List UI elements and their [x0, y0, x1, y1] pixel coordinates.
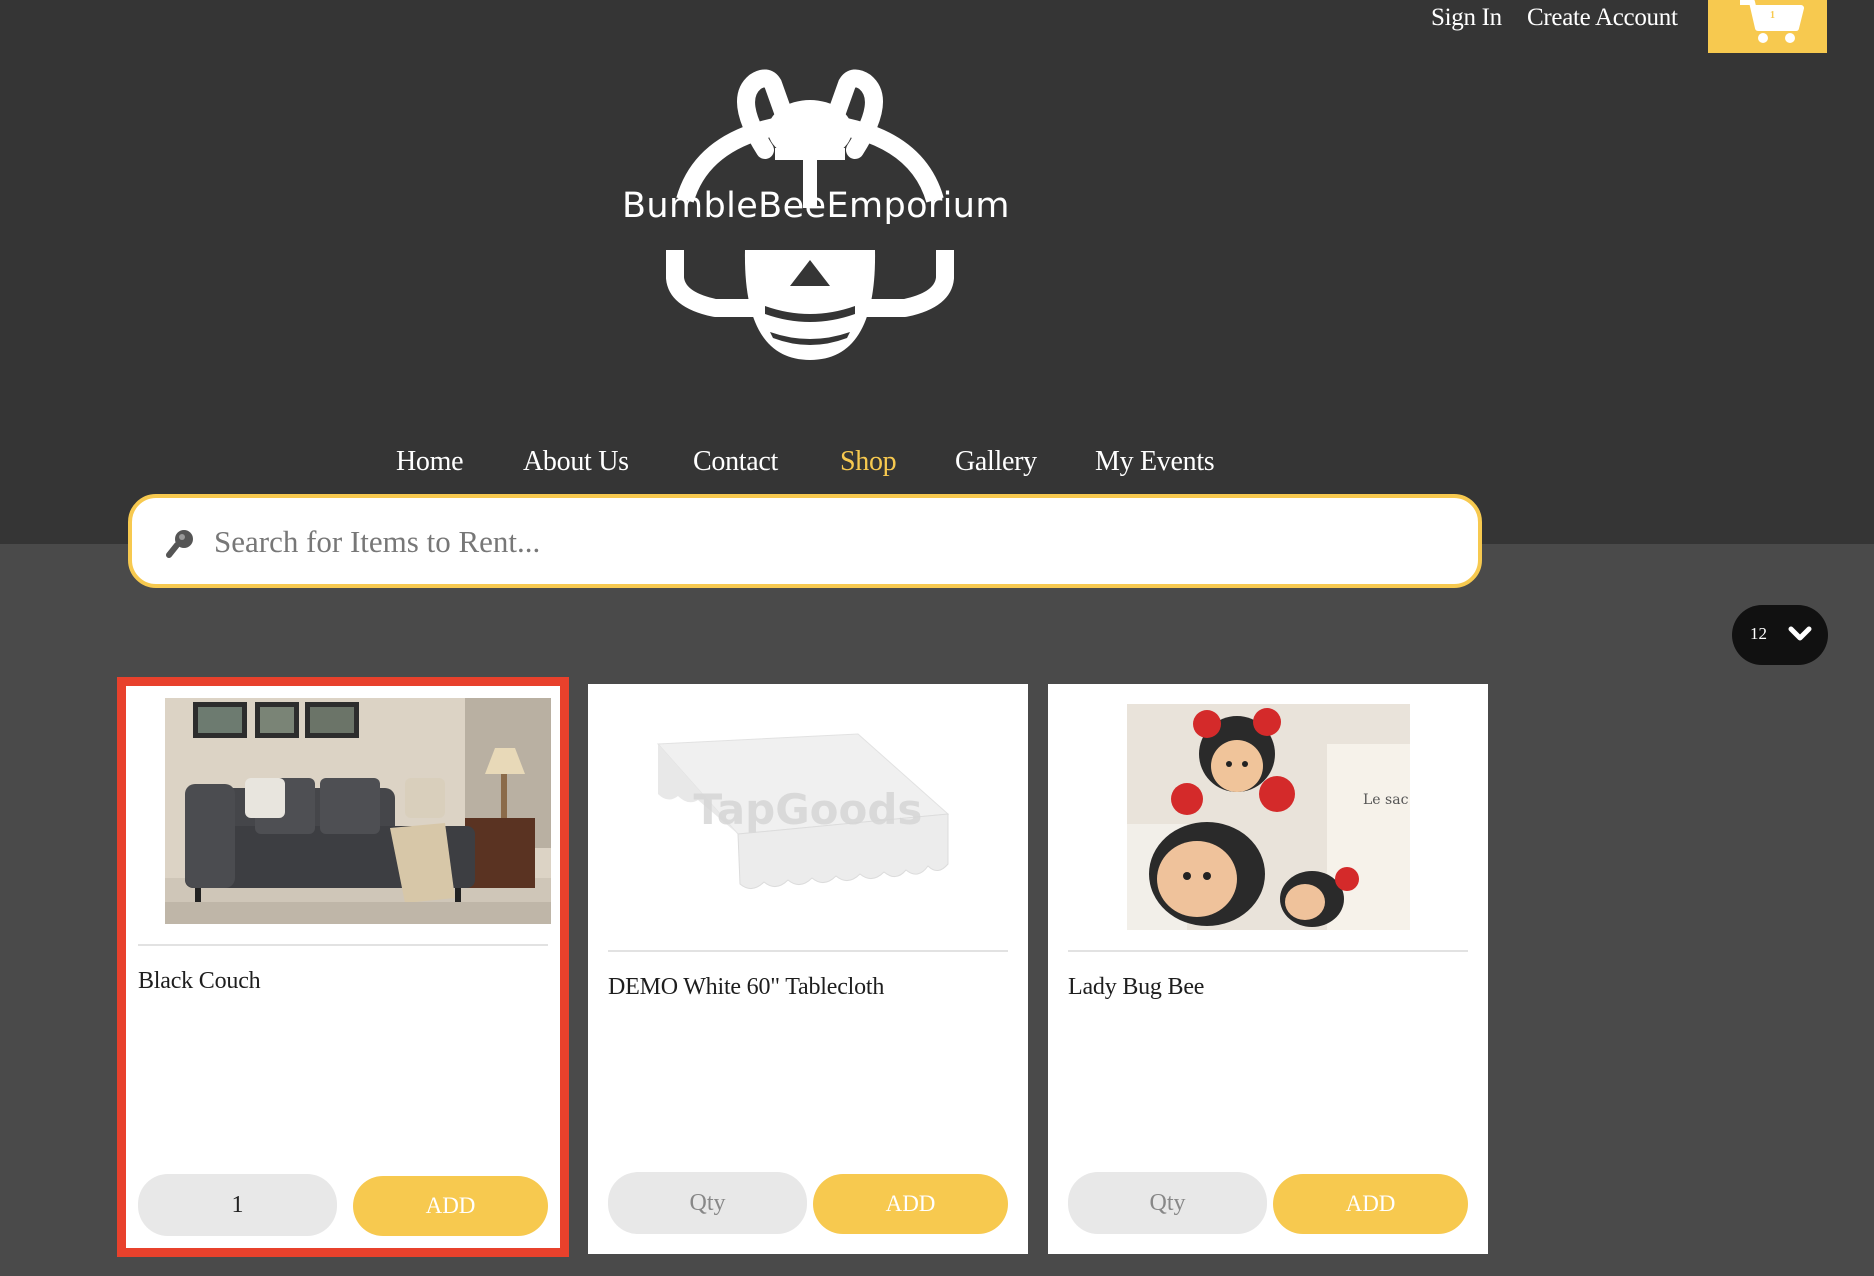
- nav-my-events[interactable]: My Events: [1095, 446, 1215, 478]
- nav-gallery[interactable]: Gallery: [955, 446, 1037, 478]
- couch-image-icon: [165, 698, 551, 924]
- cart-icon: [1740, 0, 1804, 43]
- product-card[interactable]: Black Couch ADD: [118, 678, 568, 1256]
- search-bar[interactable]: [128, 494, 1482, 588]
- main-nav: Home About Us Contact Shop Gallery My Ev…: [0, 446, 1874, 486]
- items-per-page-select[interactable]: 12: [1732, 605, 1828, 665]
- chevron-down-icon: [1788, 626, 1812, 641]
- tablecloth-image-icon: TapGoods: [648, 704, 968, 930]
- quantity-input[interactable]: [1068, 1172, 1267, 1234]
- add-to-cart-button[interactable]: ADD: [1273, 1174, 1468, 1234]
- sign-in-link[interactable]: Sign In: [1431, 4, 1502, 32]
- nav-shop[interactable]: Shop: [840, 446, 897, 478]
- nav-about-us[interactable]: About Us: [523, 446, 629, 478]
- card-divider: [608, 950, 1008, 952]
- product-image-tablecloth[interactable]: TapGoods: [648, 704, 968, 930]
- brand-name: BumbleBeeEmporium: [622, 186, 1010, 226]
- items-per-page-value: 12: [1750, 624, 1767, 643]
- add-to-cart-button[interactable]: ADD: [813, 1174, 1008, 1234]
- cart-count-badge: 1: [1770, 10, 1775, 21]
- product-image-lady-bug-bee[interactable]: Le sac: [1127, 704, 1410, 930]
- product-title[interactable]: Black Couch: [138, 968, 261, 995]
- image-label: Le sac: [1363, 792, 1409, 808]
- product-image-black-couch[interactable]: [165, 698, 551, 924]
- nav-home[interactable]: Home: [396, 446, 464, 478]
- nav-contact[interactable]: Contact: [693, 446, 778, 478]
- add-to-cart-button[interactable]: ADD: [353, 1176, 548, 1236]
- product-card[interactable]: TapGoods DEMO White 60" Tablecloth ADD: [588, 684, 1028, 1254]
- image-watermark: TapGoods: [694, 785, 923, 834]
- create-account-link[interactable]: Create Account: [1527, 4, 1678, 32]
- card-divider: [1068, 950, 1468, 952]
- site-header: Sign In Create Account 1 BumbleBeeEmpori…: [0, 0, 1874, 544]
- search-icon: [166, 530, 193, 558]
- cart-button[interactable]: 1: [1708, 0, 1827, 53]
- quantity-input[interactable]: [608, 1172, 807, 1234]
- product-card[interactable]: Le sac Lady Bug Bee ADD: [1048, 684, 1488, 1254]
- search-input[interactable]: [212, 516, 1416, 568]
- product-title[interactable]: DEMO White 60" Tablecloth: [608, 974, 884, 1001]
- ladybug-plush-image-icon: Le sac: [1127, 704, 1410, 930]
- product-title[interactable]: Lady Bug Bee: [1068, 974, 1204, 1001]
- quantity-input[interactable]: [138, 1174, 337, 1236]
- card-divider: [138, 944, 548, 946]
